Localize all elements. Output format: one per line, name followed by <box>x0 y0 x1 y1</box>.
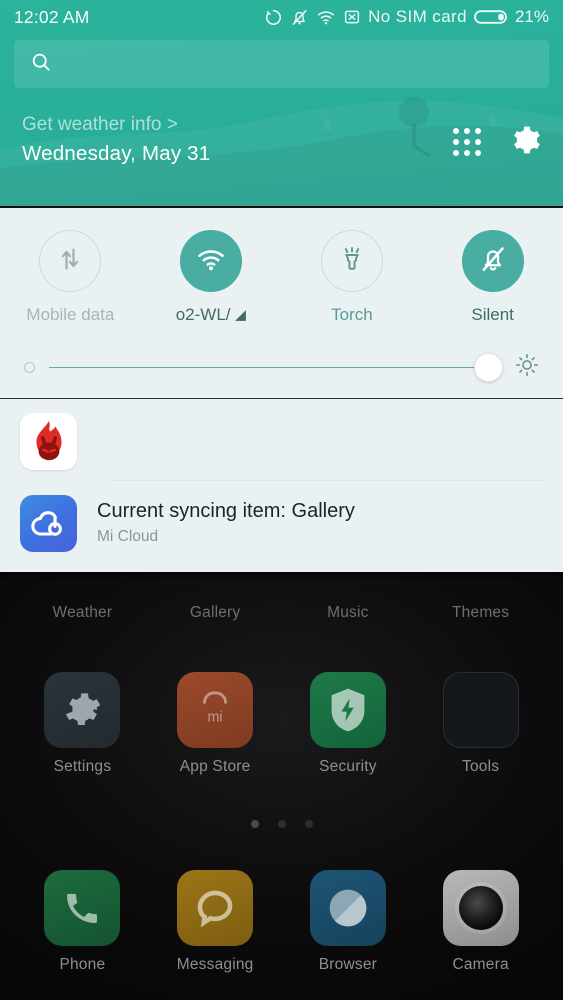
header-actions <box>453 123 541 166</box>
quick-toggles: Mobile data o2-WL/ Torch Silent <box>0 230 563 325</box>
app-label: Tools <box>462 758 500 775</box>
tools-folder-icon <box>442 672 519 748</box>
app-row-2: Settings mi App Store Security Tools <box>0 672 563 776</box>
app-tools[interactable]: Tools <box>425 672 537 776</box>
app-weather[interactable]: Weather <box>26 604 138 622</box>
page-indicator <box>0 820 563 828</box>
notification-subtitle: Mi Cloud <box>97 528 159 545</box>
shade-header: 12:02 AM No SIM card 21% Get weather inf… <box>0 0 563 208</box>
app-label: Camera <box>452 956 509 973</box>
toggle-torch[interactable]: Torch <box>282 230 423 325</box>
search-icon <box>30 51 52 78</box>
toggle-silent[interactable]: Silent <box>422 230 563 325</box>
phone-app-icon <box>44 870 121 946</box>
signal-triangle-icon <box>234 309 246 321</box>
app-messaging[interactable]: Messaging <box>159 870 271 974</box>
bell-off-icon <box>478 244 508 279</box>
app-label: Messaging <box>176 956 254 973</box>
battery-icon <box>474 8 508 26</box>
quick-settings-panel: Mobile data o2-WL/ Torch Silent <box>0 208 563 399</box>
notification-body <box>97 413 543 457</box>
app-label: App Store <box>179 758 251 775</box>
messaging-app-icon <box>177 870 254 946</box>
browser-app-icon <box>309 870 386 946</box>
app-settings[interactable]: Settings <box>26 672 138 776</box>
svg-text:mi: mi <box>208 709 223 725</box>
toggle-label-wrap: o2-WL/ <box>176 305 247 325</box>
app-store-icon: mi <box>177 672 254 748</box>
antutu-icon <box>20 413 77 470</box>
app-camera[interactable]: Camera <box>425 870 537 974</box>
app-gallery[interactable]: Gallery <box>159 604 271 622</box>
data-transfer-icon <box>56 245 84 278</box>
toggle-label: o2-WL/ <box>175 305 231 324</box>
camera-lens <box>458 886 503 930</box>
mi-cloud-icon <box>20 495 77 552</box>
status-bar: 12:02 AM No SIM card 21% <box>0 0 563 34</box>
get-weather-info-link[interactable]: Get weather info > <box>22 112 453 138</box>
toggle-mobile-data[interactable]: Mobile data <box>0 230 141 325</box>
toggle-label: Silent <box>471 305 514 324</box>
battery-percent: 21% <box>514 7 549 26</box>
app-phone[interactable]: Phone <box>26 870 138 974</box>
brightness-track[interactable] <box>49 352 503 382</box>
app-label: Security <box>319 758 377 775</box>
brightness-low-icon <box>24 362 35 373</box>
app-security[interactable]: Security <box>292 672 404 776</box>
app-app-store[interactable]: mi App Store <box>159 672 271 776</box>
weather-date-text: Get weather info > Wednesday, May 31 <box>22 112 453 166</box>
wifi-icon <box>316 8 336 27</box>
app-label: Phone <box>59 956 106 973</box>
status-clock: 12:02 AM <box>14 6 90 27</box>
settings-app-icon <box>44 672 121 748</box>
app-label: Music <box>327 604 369 621</box>
notification-item[interactable]: Current syncing item: Gallery Mi Cloud <box>0 481 563 562</box>
page-dot <box>277 820 286 828</box>
shade-drop-shadow <box>0 572 563 580</box>
notification-body: Current syncing item: Gallery Mi Cloud <box>97 495 543 546</box>
weather-date-zone: Get weather info > Wednesday, May 31 <box>0 88 563 166</box>
torch-icon <box>338 244 366 279</box>
notification-shade: 12:02 AM No SIM card 21% Get weather inf… <box>0 0 563 580</box>
notification-list: Current syncing item: Gallery Mi Cloud <box>0 399 563 572</box>
sync-icon <box>264 8 283 27</box>
toggle-label: Mobile data <box>26 305 115 324</box>
notifications-off-icon <box>290 8 309 27</box>
wifi-icon <box>194 244 228 279</box>
toggle-circle <box>320 230 383 292</box>
toggle-circle <box>180 230 243 292</box>
date-label: Wednesday, May 31 <box>22 141 211 165</box>
brightness-slider[interactable] <box>0 352 563 388</box>
apps-grid-icon[interactable] <box>453 128 481 157</box>
toggle-circle <box>39 230 102 292</box>
app-label: Settings <box>53 758 112 775</box>
app-themes[interactable]: Themes <box>425 604 537 622</box>
page-dot <box>304 820 313 828</box>
search-bar[interactable] <box>14 40 549 88</box>
page-dot-active <box>250 820 259 828</box>
toggle-circle <box>461 230 524 292</box>
notification-item[interactable] <box>0 399 563 480</box>
app-label: Weather <box>52 604 113 621</box>
no-sim-icon <box>343 8 361 26</box>
toggle-wifi[interactable]: o2-WL/ <box>141 230 282 325</box>
app-music[interactable]: Music <box>292 604 404 622</box>
gear-icon[interactable] <box>507 123 541 162</box>
carrier-label: No SIM card <box>368 7 467 26</box>
notification-title: Current syncing item: Gallery <box>97 500 355 522</box>
toggle-label: Torch <box>331 305 373 324</box>
app-row-1: Weather Gallery Music Themes <box>0 604 563 622</box>
status-icons: No SIM card 21% <box>264 7 549 27</box>
dock-row: Phone Messaging Browser Camera <box>0 870 563 974</box>
app-label: Gallery <box>189 604 241 621</box>
brightness-thumb[interactable] <box>474 352 503 382</box>
security-app-icon <box>309 672 386 748</box>
camera-app-icon <box>442 870 519 946</box>
app-label: Browser <box>318 956 377 973</box>
brightness-high-icon <box>515 353 539 382</box>
app-label: Themes <box>452 604 510 621</box>
search-input[interactable] <box>64 55 533 73</box>
brightness-fill <box>49 366 501 369</box>
app-browser[interactable]: Browser <box>292 870 404 974</box>
